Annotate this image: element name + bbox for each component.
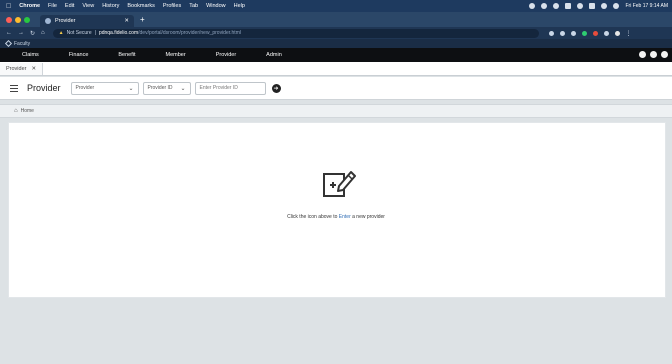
home-icon[interactable]: ⌂: [14, 108, 18, 114]
enter-link[interactable]: Enter: [339, 214, 351, 220]
entity-select-value: Provider: [75, 85, 95, 91]
nav-provider[interactable]: Provider: [216, 52, 236, 58]
bookmarks-bar: Faculty: [0, 39, 672, 48]
chevron-down-icon: ⌄: [128, 85, 134, 92]
window-controls: [6, 16, 30, 23]
browser-tab-strip: Provider ✕ +: [0, 12, 672, 27]
browser-tab-title: Provider: [55, 18, 76, 24]
extension-icon[interactable]: [592, 30, 598, 36]
security-label: Not Secure: [66, 30, 92, 36]
menu-tab[interactable]: Tab: [189, 3, 198, 9]
extension-icon[interactable]: [603, 30, 609, 36]
nav-claims[interactable]: Claims: [22, 52, 39, 58]
search-icon[interactable]: [601, 3, 608, 9]
status-icons: Fri Feb 17 9:14 AM: [529, 0, 668, 12]
nav-benefit[interactable]: Benefit: [118, 52, 135, 58]
provider-id-placeholder: Enter Provider ID: [199, 85, 238, 91]
status-icon[interactable]: [553, 3, 560, 9]
control-center-icon[interactable]: [613, 3, 620, 9]
app-top-nav: Claims Finance Benefit Member Provider A…: [0, 48, 672, 62]
menu-bookmarks[interactable]: Bookmarks: [127, 3, 155, 9]
macos-menubar:  Chrome File Edit View History Bookmark…: [0, 0, 672, 12]
breadcrumb-home[interactable]: Home: [21, 108, 34, 114]
edit-add-icon[interactable]: [322, 168, 356, 198]
provider-toolbar: Provider Provider ⌄ Provider ID ⌄ Enter …: [0, 77, 672, 100]
favicon-icon: [45, 18, 51, 24]
extension-icon[interactable]: [570, 30, 576, 36]
workspace-tabs: Provider ✕: [0, 62, 672, 76]
battery-icon[interactable]: [589, 3, 596, 9]
extension-icon[interactable]: [548, 30, 554, 36]
extension-icon[interactable]: [559, 30, 565, 36]
help-icon[interactable]: [661, 51, 668, 58]
menu-edit[interactable]: Edit: [65, 3, 74, 9]
empty-state-message: Click the icon above to Enter a new prov…: [0, 214, 672, 220]
warning-icon: ▲: [58, 30, 64, 36]
bookmark-item[interactable]: Faculty: [4, 39, 31, 48]
id-type-select-value: Provider ID: [147, 85, 173, 91]
reload-icon[interactable]: ↻: [30, 30, 35, 37]
address-bar-row: ← → ↻ ⌂ ▲ Not Secure | pdnqa.fidelio.com…: [0, 27, 672, 39]
minimize-window-icon[interactable]: [15, 16, 21, 23]
menu-profiles[interactable]: Profiles: [163, 3, 181, 9]
new-tab-button[interactable]: +: [140, 15, 145, 24]
url-path: /dev/portal/dsroom/provider/new_provider…: [138, 30, 241, 36]
chevron-down-icon: ⌄: [180, 85, 186, 92]
close-window-icon[interactable]: [6, 16, 12, 23]
bookmark-label: Faculty: [14, 40, 31, 47]
main-content-panel: [8, 122, 666, 298]
close-tab-icon[interactable]: ✕: [124, 18, 129, 24]
menu-view[interactable]: View: [82, 3, 94, 9]
status-icon[interactable]: [541, 3, 548, 9]
menu-chrome[interactable]: Chrome: [19, 3, 40, 9]
notifications-icon[interactable]: [639, 51, 646, 58]
forward-icon[interactable]: →: [18, 30, 24, 37]
url-field[interactable]: ▲ Not Secure | pdnqa.fidelio.com /dev/po…: [52, 28, 539, 38]
url-host: pdnqa.fidelio.com: [98, 30, 139, 36]
provider-id-input[interactable]: Enter Provider ID: [194, 81, 266, 95]
menu-window[interactable]: Window: [206, 3, 226, 9]
arrow-right-icon: ➜: [273, 85, 279, 92]
workspace-tab-label: Provider: [6, 66, 27, 72]
extension-icon[interactable]: [581, 30, 587, 36]
maximize-window-icon[interactable]: [24, 16, 30, 23]
nav-finance[interactable]: Finance: [69, 52, 89, 58]
empty-msg-after: a new provider: [350, 214, 385, 220]
back-icon[interactable]: ←: [6, 30, 12, 37]
home-icon[interactable]: ⌂: [41, 30, 45, 37]
menu-file[interactable]: File: [48, 3, 57, 9]
settings-icon[interactable]: [650, 51, 657, 58]
menu-help[interactable]: Help: [234, 3, 245, 9]
page-title: Provider: [27, 83, 61, 93]
browser-tab[interactable]: Provider ✕: [40, 15, 134, 27]
wifi-icon[interactable]: [577, 3, 584, 9]
browser-menu-icon[interactable]: ⋮: [626, 30, 632, 37]
status-icon[interactable]: [565, 3, 572, 9]
close-icon[interactable]: ✕: [31, 66, 36, 72]
empty-msg-before: Click the icon above to: [287, 214, 339, 220]
profile-avatar[interactable]: [614, 30, 620, 36]
menu-icon[interactable]: [10, 84, 18, 92]
bookmark-icon: [4, 39, 13, 48]
nav-member[interactable]: Member: [166, 52, 186, 58]
menu-history[interactable]: History: [102, 3, 119, 9]
nav-admin[interactable]: Admin: [266, 52, 282, 58]
id-type-select[interactable]: Provider ID ⌄: [142, 81, 191, 95]
entity-select[interactable]: Provider ⌄: [70, 81, 139, 95]
breadcrumb: ⌂ Home: [0, 104, 672, 118]
extensions: ⋮: [548, 30, 632, 37]
status-icon[interactable]: [529, 3, 536, 9]
clock[interactable]: Fri Feb 17 9:14 AM: [625, 3, 668, 9]
search-go-button[interactable]: ➜: [271, 83, 281, 93]
apple-icon[interactable]: : [6, 3, 11, 10]
workspace-tab-provider[interactable]: Provider ✕: [0, 63, 44, 75]
